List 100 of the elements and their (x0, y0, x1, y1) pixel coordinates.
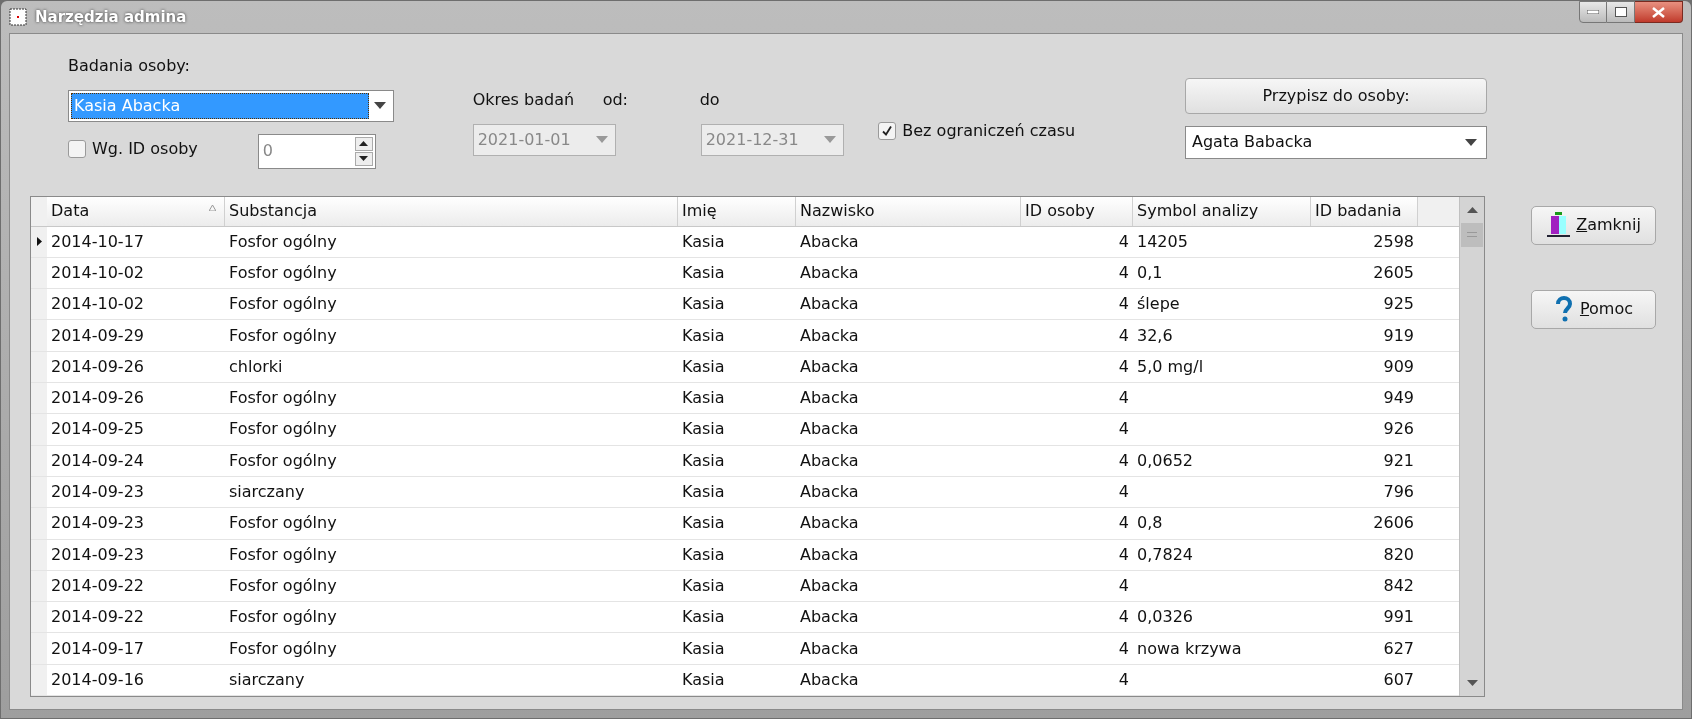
minimize-button[interactable] (1579, 1, 1607, 23)
table-cell-text: 5,0 mg/l (1137, 355, 1204, 378)
table-cell-text: Abacka (800, 262, 859, 284)
table-cell-text: 2605 (1373, 262, 1414, 284)
column-header[interactable]: Imię (678, 196, 796, 226)
table-cell-text: chlorki (229, 355, 283, 378)
table-cell-text: 14205 (1137, 230, 1188, 253)
table-cell-text: Fosfor ogólny (229, 230, 337, 253)
spin-down-icon (359, 156, 369, 162)
table-cell-text: 2014-09-26 (51, 387, 144, 410)
table-cell-text: Fosfor ogólny (229, 262, 337, 284)
table-cell-text: 2014-09-16 (51, 668, 144, 691)
table-cell-text: 0,7824 (1137, 543, 1193, 566)
checkbox[interactable] (68, 139, 86, 158)
question-icon (1553, 296, 1574, 323)
maximize-button[interactable] (1607, 1, 1635, 23)
table-cell-text: Kasia (682, 481, 725, 504)
table-cell-text: Kasia (682, 387, 725, 410)
window-title: Narzędzia admina (35, 6, 187, 28)
table-cell-text: Abacka (800, 481, 859, 504)
table-cell-text: 4 (1118, 481, 1129, 504)
column-header[interactable]: ID osoby (1021, 196, 1133, 226)
table-cell-text: Fosfor ogólny (229, 324, 337, 347)
table-cell-text: 4 (1118, 449, 1129, 472)
column-header[interactable]: Symbol analizy (1133, 196, 1311, 226)
table-cell-text: Abacka (800, 355, 859, 378)
table-cell-text: 4 (1118, 418, 1129, 441)
checkbox[interactable] (878, 121, 897, 140)
table-cell-text: 4 (1118, 574, 1129, 597)
table-cell-text: 0,1 (1137, 262, 1163, 284)
table-cell-text: Abacka (800, 387, 859, 410)
table-cell-text: 4 (1118, 355, 1129, 378)
table-cell-text: 4 (1118, 606, 1129, 629)
table-cell-text: 0,0326 (1137, 606, 1193, 629)
scroll-up-icon (1466, 206, 1478, 213)
table-cell-text: 2014-09-24 (51, 449, 144, 472)
table-cell-text: ślepe (1137, 293, 1180, 316)
dropdown-arrow-icon (823, 136, 836, 144)
table-cell-text: Fosfor ogólny (229, 543, 337, 566)
table-cell-text: 991 (1383, 606, 1414, 629)
spin-up-icon (359, 141, 369, 147)
table-cell-text: Abacka (800, 230, 859, 253)
column-header[interactable]: Data (47, 196, 225, 226)
window-app-icon (9, 7, 27, 26)
scroll-down-icon (1466, 680, 1478, 686)
table-cell-text: Abacka (800, 449, 859, 472)
table-cell-text: 2014-10-02 (51, 262, 144, 284)
column-header[interactable]: Nazwisko (796, 196, 1021, 226)
assign-button[interactable]: Przypisz do osoby: (1185, 77, 1487, 114)
vertical-scrollbar[interactable] (1459, 196, 1484, 696)
help-button[interactable]: Pomoc (1531, 289, 1656, 329)
table-cell-text: 4 (1118, 637, 1129, 660)
table-cell-text: Fosfor ogólny (229, 449, 337, 472)
table-cell-text: 921 (1383, 449, 1414, 472)
table-cell-text: Kasia (682, 293, 725, 316)
table-cell-text: Abacka (800, 418, 859, 441)
table-cell-text: Kasia (682, 418, 725, 441)
close-button[interactable] (1635, 1, 1683, 23)
table-cell-text: Fosfor ogólny (229, 512, 337, 535)
assign-dropdown[interactable]: Agata Babacka (1185, 125, 1487, 159)
column-header[interactable]: ID badania (1311, 196, 1418, 226)
table-cell-text: 949 (1383, 387, 1414, 410)
table-cell-text: 2014-10-17 (51, 230, 144, 253)
table-cell-text: Kasia (682, 262, 725, 284)
table-cell-text: Abacka (800, 668, 859, 691)
close-window-button[interactable]: Zamknij (1531, 205, 1656, 245)
table-cell-text: 0,0652 (1137, 449, 1193, 472)
table-cell-text: 4 (1118, 324, 1129, 347)
to-label: do (699, 88, 720, 111)
table-cell-text: Abacka (800, 637, 859, 660)
table-cell-text: 2014-09-25 (51, 418, 144, 441)
checkbox-label: Bez ograniczeń czasu (902, 119, 1076, 142)
id-spinner[interactable]: 0 (257, 133, 376, 169)
table-cell-text: 607 (1383, 668, 1414, 691)
row-indicator[interactable] (31, 226, 47, 257)
table-cell-text: 4 (1118, 230, 1129, 253)
table-cell-text: 2598 (1373, 230, 1414, 253)
table-cell-text: 2014-09-23 (51, 481, 144, 504)
table-cell-text: Abacka (800, 606, 859, 629)
table-cell-text: 2014-09-17 (51, 637, 144, 660)
table-cell-text: Fosfor ogólny (229, 606, 337, 629)
table-cell-text: 2014-10-02 (51, 293, 144, 316)
table-cell-text: Fosfor ogólny (229, 387, 337, 410)
table-cell-text: 2014-09-29 (51, 324, 144, 347)
table-cell-text: 0,8 (1137, 512, 1163, 535)
table-cell-text: Fosfor ogólny (229, 293, 337, 316)
table-cell-text: Kasia (682, 324, 725, 347)
table-cell-text: siarczany (229, 481, 305, 504)
table-cell-text: 2014-09-23 (51, 512, 144, 535)
table-cell-text: Kasia (682, 230, 725, 253)
table-cell-text: 4 (1118, 387, 1129, 410)
table-cell-text: 2014-09-22 (51, 574, 144, 597)
table-cell-text: Kasia (682, 449, 725, 472)
table-cell-text: siarczany (229, 668, 305, 691)
column-header[interactable]: Substancja (225, 196, 678, 226)
period-label: Okres badań (472, 88, 576, 111)
table-cell-text: 2014-09-22 (51, 606, 144, 629)
table-cell-text: 796 (1383, 481, 1414, 504)
table-cell-text: Fosfor ogólny (229, 574, 337, 597)
dropdown-arrow-icon (595, 136, 608, 144)
